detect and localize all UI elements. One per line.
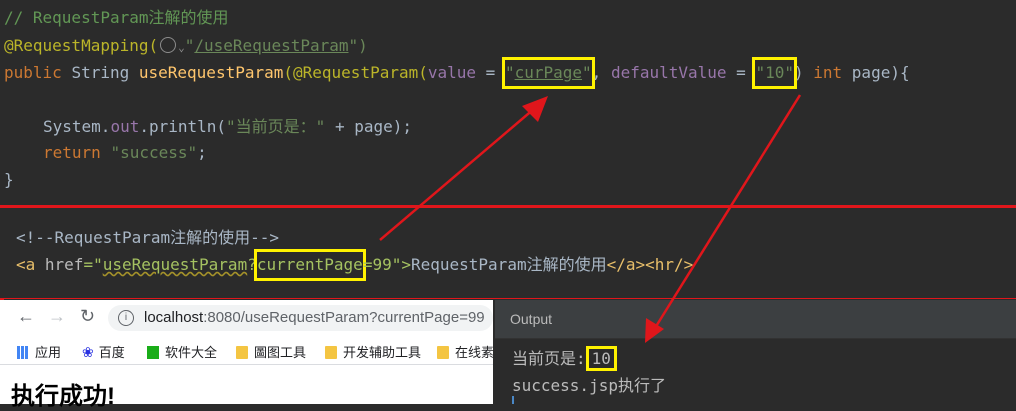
arrow-curpage-line [379,107,536,241]
arrow-default-line [653,94,802,329]
arrow-default-head [645,318,664,343]
arrow-curpage-head [522,96,548,122]
annotation-arrows [379,94,802,343]
